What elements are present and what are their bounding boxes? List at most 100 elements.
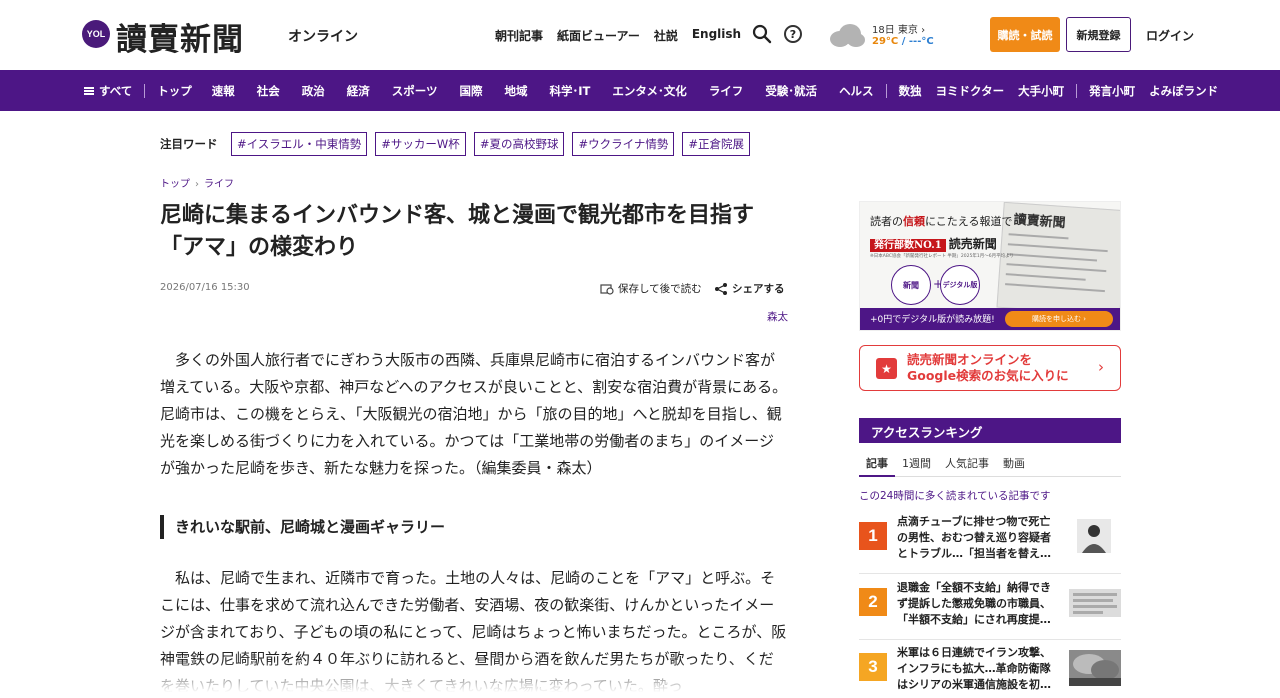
ad-fine-print: ※日本ABC協会「新聞発行社レポート 半期」2025年1月～6月平均より (870, 254, 1015, 259)
weather-date-place[interactable]: 18日 東京 › (872, 21, 925, 36)
nav-morning-edition[interactable]: 朝刊記事 (495, 27, 543, 44)
tag-shosoin[interactable]: #正倉院展 (682, 132, 750, 156)
nav-divider (1076, 83, 1078, 98)
ranking-item[interactable]: 2 退職金「全額不支給」納得できず提訴した懲戒免職の市職員、「半額不支給」にされ… (859, 580, 1121, 640)
newspaper-line (1005, 283, 1105, 293)
site-header: YOL 讀賣新聞 オンライン 朝刊記事 紙面ビューアー 社説 English ?… (0, 0, 1280, 70)
tag-israel[interactable]: #イスラエル・中東情勢 (231, 132, 368, 156)
attention-words-label: 注目ワード (160, 137, 218, 151)
save-label: 保存して後で読む (618, 283, 702, 295)
help-icon[interactable]: ? (784, 25, 802, 43)
person-thumbnail-icon (1082, 525, 1106, 553)
document-thumbnail-icon (1073, 593, 1117, 614)
share-label: シェアする (732, 283, 785, 295)
weather-low: ---°C (908, 36, 934, 47)
google-favorite-line1: 読売新聞オンラインを (907, 352, 1033, 367)
subscribe-button[interactable]: 購読・試読 (990, 17, 1060, 52)
nav-health[interactable]: ヘルス (839, 83, 874, 99)
nav-divider (144, 83, 146, 98)
ad-circle-digital: デジタル版 (940, 265, 980, 305)
article-subheading: きれいな駅前、尼崎城と漫画ギャラリー (160, 515, 445, 539)
rank-number: 2 (859, 588, 887, 616)
tab-popular[interactable]: 人気記事 (938, 447, 996, 477)
breadcrumb-top[interactable]: トップ (160, 179, 190, 190)
ad-headline-a: 読者の (870, 215, 903, 228)
ranking-thumbnail[interactable] (1077, 519, 1111, 553)
body-fade-overlay (150, 660, 800, 698)
newspaper-line (1005, 273, 1086, 281)
nav-entertainment[interactable]: エンタメ･文化 (612, 83, 686, 99)
newspaper-image: 讀賣新聞 (996, 202, 1120, 317)
nav-sports[interactable]: スポーツ (392, 83, 438, 99)
ranking-item-title[interactable]: 米軍は６日連続でイラン攻撃、インフラにも拡大…革命防衛隊はシリアの米軍通信施設を… (897, 645, 1059, 693)
arrow-right-icon: › (1083, 315, 1087, 323)
ranking-thumbnail[interactable] (1069, 589, 1121, 617)
subscription-ad[interactable]: 讀賣新聞 読者の信頼にこたえる報道で 発行部数NO.1 読売新聞 ※日本ABC協会… (859, 201, 1121, 331)
nav-all[interactable]: すべて (84, 83, 132, 99)
nav-otekomachi[interactable]: 大手小町 (1018, 83, 1064, 99)
newspaper-line (1007, 253, 1098, 262)
google-favorite-text: 読売新聞オンラインを Google検索のお気に入りに (907, 352, 1069, 384)
nav-yomipoland[interactable]: よみぽランド (1149, 83, 1218, 99)
rank-number: 1 (859, 522, 887, 550)
nav-english[interactable]: English (692, 27, 741, 44)
nav-editorial[interactable]: 社説 (654, 27, 678, 44)
tab-week[interactable]: 1週間 (895, 447, 938, 477)
tag-koshien[interactable]: #夏の高校野球 (473, 132, 565, 156)
nav-yomidoctor[interactable]: ヨミドクター (936, 83, 1005, 99)
cloud-icon (830, 24, 865, 47)
nav-life[interactable]: ライフ (709, 83, 744, 99)
tab-articles[interactable]: 記事 (859, 447, 895, 477)
nav-hatsugenkomachi[interactable]: 発言小町 (1089, 83, 1135, 99)
ad-apply-label: 購読を申し込む (1031, 315, 1081, 323)
tag-ukraine[interactable]: #ウクライナ情勢 (572, 132, 675, 156)
nav-paper-viewer[interactable]: 紙面ビューアー (557, 27, 640, 44)
yol-logo-mark[interactable]: YOL (82, 20, 110, 48)
weather-temperature: 29°C / ---°C (872, 36, 934, 47)
ad-apply-button[interactable]: 購読を申し込む › (1005, 311, 1113, 327)
register-button[interactable]: 新規登録 (1066, 17, 1131, 52)
star-icon: ★ (876, 358, 897, 379)
nav-economy[interactable]: 経済 (347, 83, 370, 99)
chevron-right-icon: › (195, 179, 199, 190)
ad-badge-box: 発行部数NO.1 (870, 239, 946, 252)
menu-icon (84, 87, 94, 95)
chevron-right-icon: › (1098, 358, 1104, 376)
nav-science-it[interactable]: 科学･IT (550, 83, 591, 99)
nav-international[interactable]: 国際 (460, 83, 483, 99)
ranking-item[interactable]: 3 米軍は６日連続でイラン攻撃、インフラにも拡大…革命防衛隊はシリアの米軍通信施… (859, 645, 1121, 698)
bookmark-clock-icon (600, 283, 614, 295)
nav-breaking[interactable]: 速報 (212, 83, 235, 99)
nav-politics[interactable]: 政治 (302, 83, 325, 99)
ranking-note: この24時間に多く読まれている記事です (859, 490, 1051, 502)
category-nav: すべて トップ 速報 社会 政治 経済 スポーツ 国際 地域 科学･IT エンタ… (0, 70, 1280, 111)
site-logo-suffix[interactable]: オンライン (288, 26, 358, 46)
article-title: 尼崎に集まるインバウンド客、城と漫画で観光都市を目指す「アマ」の様変わり (160, 203, 755, 260)
ranking-item-title[interactable]: 退職金「全額不支給」納得できず提訴した懲戒免職の市職員、「半額不支給」にされ再度… (897, 580, 1059, 628)
ranking-thumbnail[interactable] (1069, 650, 1121, 686)
tag-soccer[interactable]: #サッカーW杯 (375, 132, 466, 156)
attention-tags: #イスラエル・中東情勢 #サッカーW杯 #夏の高校野球 #ウクライナ情勢 #正倉… (231, 132, 750, 156)
search-icon[interactable] (752, 24, 772, 44)
tab-video[interactable]: 動画 (996, 447, 1032, 477)
article-author[interactable]: 森太 (767, 309, 788, 324)
login-link[interactable]: ログイン (1146, 27, 1194, 44)
site-logo[interactable]: 讀賣新聞 (116, 14, 244, 59)
ranking-tabs: 記事 1週間 人気記事 動画 (859, 447, 1121, 477)
breadcrumb-life[interactable]: ライフ (204, 179, 234, 190)
ad-headline: 読者の信頼にこたえる報道で (870, 213, 1012, 229)
ad-headline-c: にこたえる報道で (925, 215, 1013, 228)
share-button[interactable]: シェアする (714, 281, 785, 296)
article-date: 2026/07/16 15:30 (160, 282, 250, 293)
nav-sudoku[interactable]: 数独 (899, 83, 922, 99)
google-favorite-banner[interactable]: ★ 読売新聞オンラインを Google検索のお気に入りに › (859, 345, 1121, 391)
nav-regional[interactable]: 地域 (505, 83, 528, 99)
smoke-photo-icon (1069, 654, 1121, 686)
ranking-item-title[interactable]: 点滴チューブに排せつ物で死亡の男性、おむつ替え巡り容疑者とトラブル…「担当者を替… (897, 514, 1059, 562)
newspaper-line (1007, 243, 1108, 253)
nav-society[interactable]: 社会 (257, 83, 280, 99)
save-for-later-button[interactable]: 保存して後で読む (600, 281, 702, 296)
ranking-item[interactable]: 1 点滴チューブに排せつ物で死亡の男性、おむつ替え巡り容疑者とトラブル…「担当者… (859, 514, 1121, 574)
nav-exam-job[interactable]: 受験･就活 (765, 83, 817, 99)
nav-top[interactable]: トップ (157, 83, 192, 99)
